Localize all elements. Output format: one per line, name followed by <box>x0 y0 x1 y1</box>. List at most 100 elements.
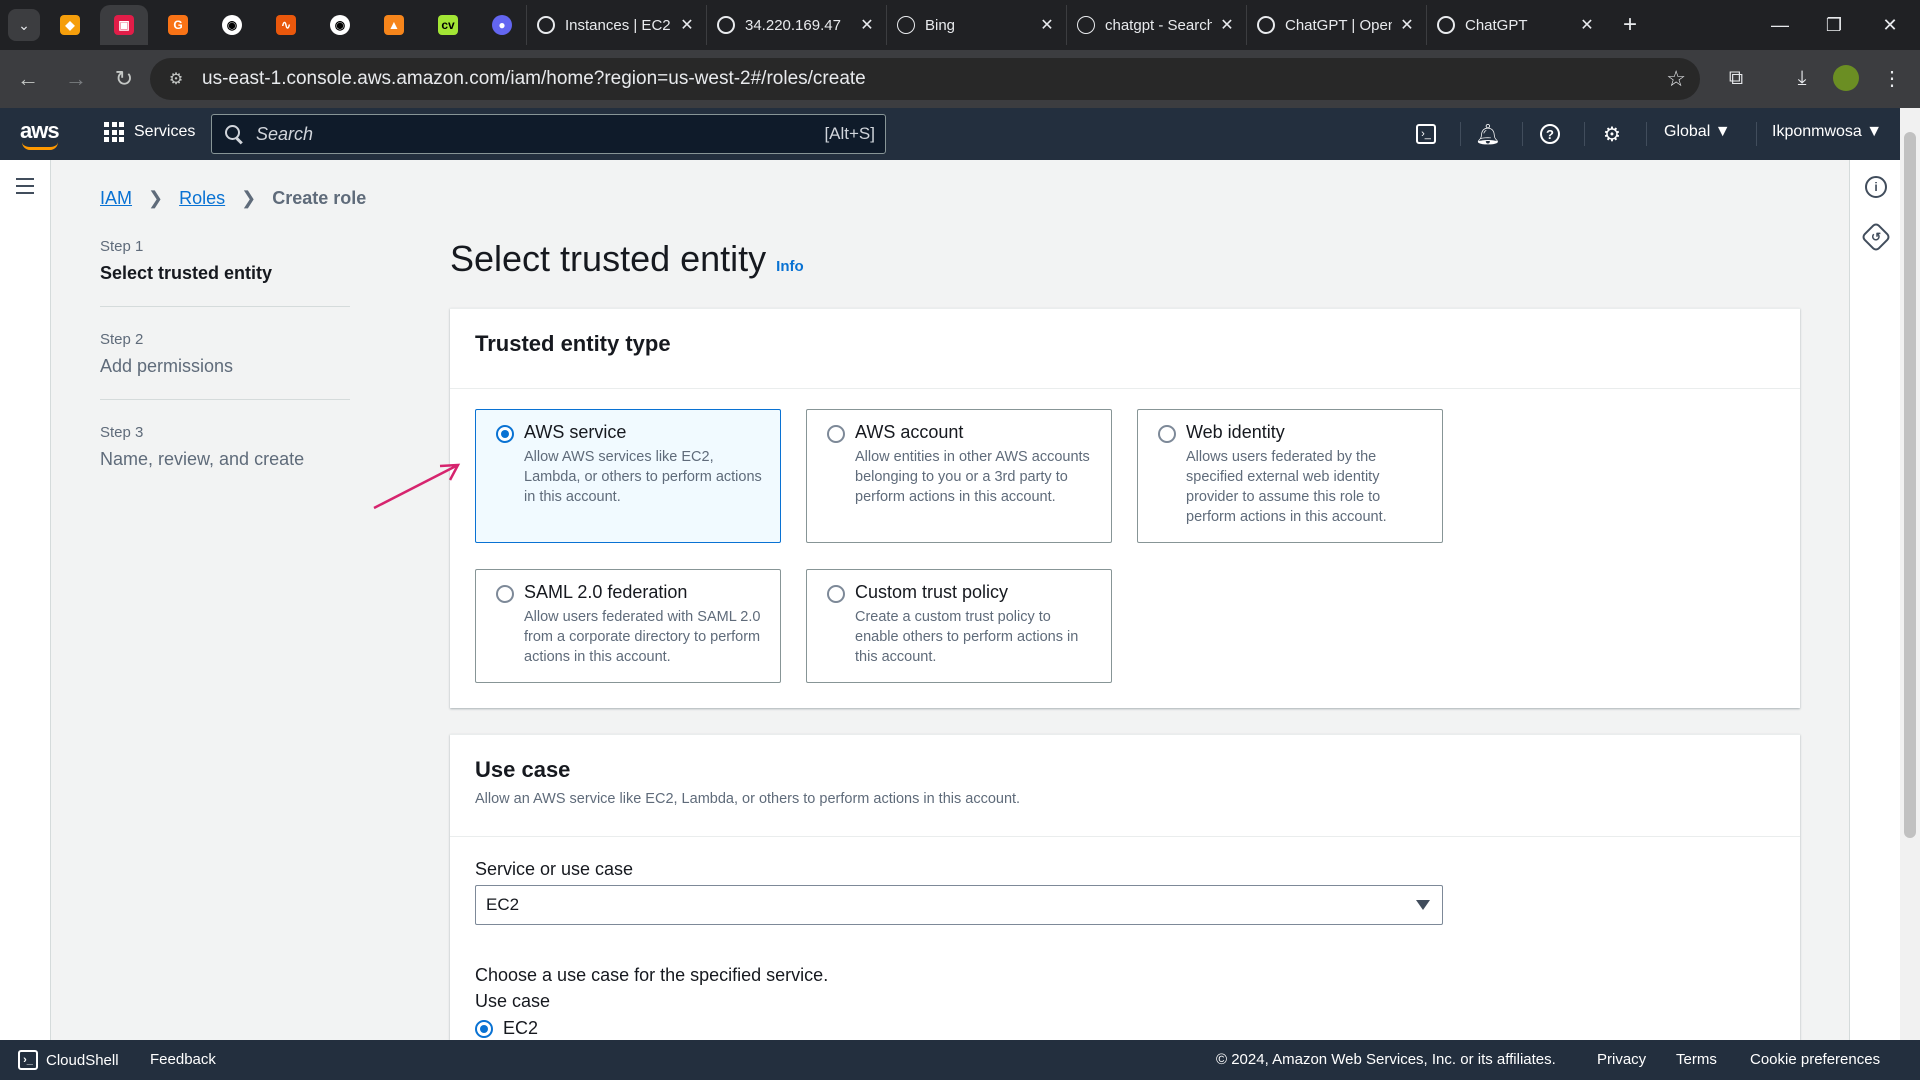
breadcrumb: IAM ❯ Roles ❯ Create role <box>100 188 366 209</box>
back-icon[interactable]: ← <box>8 59 48 99</box>
tab-close-icon[interactable]: ✕ <box>858 15 876 35</box>
wizard-step-1: Step 1 Select trusted entity <box>100 238 350 307</box>
tab-close-icon[interactable]: ✕ <box>1578 15 1596 35</box>
extensions-icon[interactable]: ⧉ <box>1716 58 1756 98</box>
tile-saml-federation[interactable]: SAML 2.0 federation Allow users federate… <box>475 569 781 683</box>
search-tab-icon <box>897 16 915 34</box>
scrollbar-thumb[interactable] <box>1904 132 1916 838</box>
search-input[interactable] <box>256 123 796 145</box>
tile-custom-trust-policy[interactable]: Custom trust policy Create a custom trus… <box>806 569 1112 683</box>
info-link[interactable]: Info <box>776 258 804 275</box>
tile-web-identity[interactable]: Web identity Allows users federated by t… <box>1137 409 1443 543</box>
radio-button[interactable] <box>496 585 514 603</box>
pinned-tab-active[interactable]: ▣ <box>100 5 148 45</box>
pulse-icon: ∿ <box>276 15 296 35</box>
site-info-icon[interactable]: ⚙ <box>164 67 188 91</box>
radio-button[interactable] <box>827 585 845 603</box>
console-search[interactable]: [Alt+S] <box>211 114 886 154</box>
tile-aws-account[interactable]: AWS account Allow entities in other AWS … <box>806 409 1112 543</box>
step-number: Step 2 <box>100 331 144 348</box>
tab-search-button[interactable]: ⌄ <box>8 9 40 41</box>
browser-menu-icon[interactable]: ⋮ <box>1872 58 1912 98</box>
cloudshell-icon: ›_ <box>18 1050 38 1070</box>
pinned-tab[interactable]: G <box>154 5 202 45</box>
restore-icon[interactable]: ❐ <box>1806 0 1862 50</box>
pinned-tab[interactable]: ◉ <box>316 5 364 45</box>
hamburger-menu-icon[interactable] <box>16 178 34 199</box>
service-select-value: EC2 <box>486 895 520 914</box>
side-nav-collapsed <box>0 160 51 1040</box>
page-scrollbar[interactable] <box>1900 108 1920 1040</box>
radio-selected-icon[interactable] <box>475 1019 493 1038</box>
region-selector[interactable]: Global ▼ <box>1664 123 1731 141</box>
panel-title: Trusted entity type <box>475 331 671 356</box>
tile-description: Allow AWS services like EC2, Lambda, or … <box>524 449 762 505</box>
browser-tab[interactable]: chatgpt - Search ✕ <box>1066 5 1246 45</box>
search-icon <box>224 124 244 144</box>
feedback-link[interactable]: Feedback <box>150 1051 216 1068</box>
openai-icon <box>1257 16 1275 34</box>
help-icon[interactable]: ? <box>1536 120 1564 148</box>
radio-button[interactable] <box>1158 425 1176 443</box>
notifications-bell-icon[interactable]: 🔔︎ <box>1474 120 1502 148</box>
breadcrumb-iam[interactable]: IAM <box>100 188 132 209</box>
download-icon[interactable]: ⤓ <box>1782 58 1822 98</box>
step-number: Step 1 <box>100 238 144 255</box>
pinned-tab[interactable]: cv <box>424 5 472 45</box>
cloudshell-button[interactable]: ›_ CloudShell <box>18 1050 119 1070</box>
chevron-right-icon: ❯ <box>148 188 164 208</box>
service-select[interactable]: EC2 <box>475 885 1443 925</box>
panel-header: Use case Allow an AWS service like EC2, … <box>450 735 1800 837</box>
tab-close-icon[interactable]: ✕ <box>1038 15 1056 35</box>
aws-smile-icon <box>22 142 58 150</box>
new-tab-button[interactable]: + <box>1612 7 1648 43</box>
terms-link[interactable]: Terms <box>1676 1051 1717 1068</box>
tab-close-icon[interactable]: ✕ <box>678 15 696 35</box>
tile-aws-service[interactable]: AWS service Allow AWS services like EC2,… <box>475 409 781 543</box>
reload-icon[interactable]: ↻ <box>104 59 144 99</box>
pinned-tab[interactable]: ∿ <box>262 5 310 45</box>
github-icon: ◉ <box>330 15 350 35</box>
breadcrumb-roles[interactable]: Roles <box>179 188 225 209</box>
tab-label: Instances | EC2 <box>565 16 671 34</box>
browser-tab[interactable]: ChatGPT | OpenAI ✕ <box>1246 5 1426 45</box>
tab-favicon-icon <box>717 16 735 34</box>
cloudshell-icon[interactable]: ›_ <box>1412 120 1440 148</box>
radio-button[interactable] <box>496 425 514 443</box>
service-label: Service or use case <box>475 859 634 879</box>
browser-tab[interactable]: ChatGPT ✕ <box>1426 5 1606 45</box>
trusted-entity-panel: Trusted entity type AWS service Allow AW… <box>450 308 1800 708</box>
forward-icon[interactable]: → <box>56 59 96 99</box>
minimize-icon[interactable]: — <box>1752 0 1808 50</box>
pinned-tab[interactable]: ▲ <box>370 5 418 45</box>
step-title: Add permissions <box>100 356 234 376</box>
browser-tab[interactable]: 34.220.169.47 ✕ <box>706 5 886 45</box>
pinned-tab[interactable]: ● <box>478 5 526 45</box>
profile-avatar[interactable] <box>1826 58 1866 98</box>
browser-tab[interactable]: Instances | EC2 ✕ <box>526 5 706 45</box>
pinned-tab[interactable]: ◉ <box>208 5 256 45</box>
settings-gear-icon[interactable]: ⚙ <box>1598 120 1626 148</box>
use-case-option-ec2[interactable]: EC2 <box>475 1018 538 1039</box>
cookie-preferences-link[interactable]: Cookie preferences <box>1750 1051 1880 1068</box>
close-window-icon[interactable]: ✕ <box>1862 0 1918 50</box>
info-panel-icon[interactable]: i <box>1865 176 1887 198</box>
browser-tab[interactable]: Bing ✕ <box>886 5 1066 45</box>
account-menu[interactable]: Ikponmwosa ▼ <box>1772 123 1882 141</box>
bookmark-star-icon[interactable]: ☆ <box>1666 66 1686 92</box>
cube-icon: ◆ <box>60 15 80 35</box>
services-menu-button[interactable]: Services <box>104 122 195 142</box>
caret-down-icon <box>1416 900 1430 910</box>
tutorial-icon[interactable]: ↺ <box>1860 221 1892 253</box>
privacy-link[interactable]: Privacy <box>1597 1051 1646 1068</box>
cv-icon: cv <box>438 15 458 35</box>
radio-button[interactable] <box>827 425 845 443</box>
address-bar[interactable]: ⚙ us-east-1.console.aws.amazon.com/iam/h… <box>150 58 1700 100</box>
pinned-tab[interactable]: ◆ <box>46 5 94 45</box>
step-title: Select trusted entity <box>100 263 273 283</box>
tab-close-icon[interactable]: ✕ <box>1218 15 1236 35</box>
tab-close-icon[interactable]: ✕ <box>1398 15 1416 35</box>
tile-title: Web identity <box>1186 422 1285 442</box>
url-text[interactable]: us-east-1.console.aws.amazon.com/iam/hom… <box>202 68 866 90</box>
aws-logo[interactable]: aws <box>20 118 60 150</box>
